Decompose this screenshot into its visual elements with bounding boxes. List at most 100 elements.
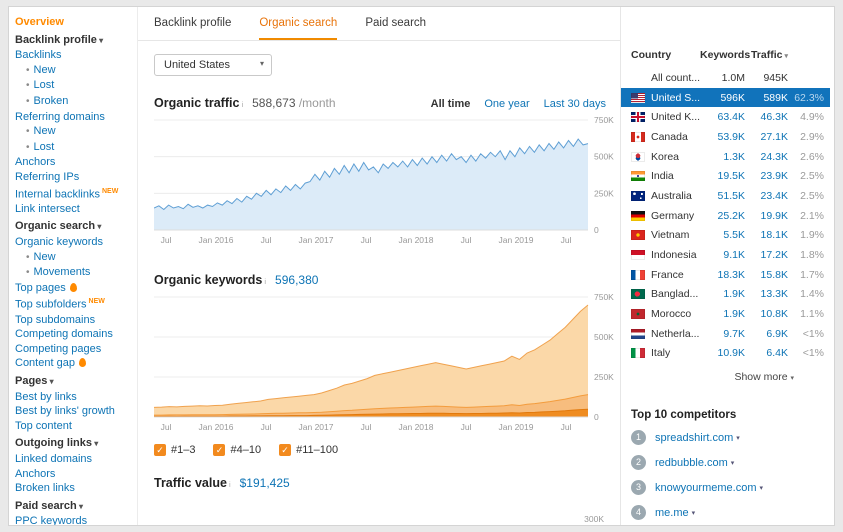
sidebar-item-backlinks[interactable]: Backlinks (15, 48, 133, 63)
sidebar-item-outgoing-links[interactable]: Outgoing links ▾ (15, 436, 133, 452)
sidebar-item-backlink-profile[interactable]: Backlink profile ▾ (15, 33, 133, 49)
sidebar-item-content-gap[interactable]: Content gap (15, 356, 133, 371)
sidebar-item-ppc-keywords[interactable]: PPC keywords (15, 514, 133, 525)
competitor-link[interactable]: me.me (655, 507, 689, 519)
competitor-item-knowyourmeme-com[interactable]: 3knowyourmeme.com▾ (621, 475, 830, 500)
competitor-item-redbubble-com[interactable]: 2redbubble.com▾ (621, 450, 830, 475)
country-row-korea[interactable]: Korea1.3K24.3K2.6% (621, 147, 830, 167)
country-row-france[interactable]: France18.3K15.8K1.7% (621, 265, 830, 285)
country-row-italy[interactable]: Italy10.9K6.4K<1% (621, 344, 830, 364)
sidebar-item-best-by-links[interactable]: Best by links (15, 390, 133, 405)
range-one-year[interactable]: One year (484, 98, 529, 110)
country-keywords[interactable]: 1.3K (700, 151, 745, 163)
country-traffic[interactable]: 589K (745, 92, 788, 104)
country-keywords[interactable]: 9.7K (700, 328, 745, 340)
sidebar-item-paid-search[interactable]: Paid search ▾ (15, 499, 133, 515)
country-keywords[interactable]: 25.2K (700, 210, 745, 222)
sidebar-item-link-intersect[interactable]: Link intersect (15, 202, 133, 217)
sidebar-item-top-content[interactable]: Top content (15, 419, 133, 434)
country-traffic[interactable]: 10.8K (745, 308, 788, 320)
sidebar-item-new[interactable]: •New (15, 63, 133, 79)
tab-paid-search[interactable]: Paid search (365, 17, 426, 40)
competitor-link[interactable]: redbubble.com (655, 457, 728, 469)
position-filter-1-3[interactable]: ✓#1–3 (154, 444, 195, 456)
traffic-value-amount[interactable]: $191,425 (240, 476, 290, 490)
sidebar-item-lost[interactable]: •Lost (15, 140, 133, 156)
tab-backlink-profile[interactable]: Backlink profile (154, 17, 231, 40)
sidebar-item-new[interactable]: •New (15, 250, 133, 266)
country-keywords[interactable]: 1.9K (700, 308, 745, 320)
sidebar-item-competing-pages[interactable]: Competing pages (15, 342, 133, 357)
country-column-header[interactable]: Country (631, 49, 700, 61)
sidebar-item-competing-domains[interactable]: Competing domains (15, 327, 133, 342)
sidebar-item-organic-keywords[interactable]: Organic keywords (15, 235, 133, 250)
country-row-netherla[interactable]: Netherla...9.7K6.9K<1% (621, 324, 830, 344)
country-keywords[interactable]: 63.4K (700, 111, 745, 123)
sidebar-item-internal-backlinks[interactable]: Internal backlinksNEW (15, 185, 133, 202)
country-keywords[interactable]: 1.9K (700, 288, 745, 300)
sidebar-item-anchors[interactable]: Anchors (15, 467, 133, 482)
competitor-item-me-me[interactable]: 4me.me▾ (621, 500, 830, 525)
sidebar-item-referring-domains[interactable]: Referring domains (15, 110, 133, 125)
country-row-united-s[interactable]: United S...596K589K62.3% (621, 88, 830, 108)
country-row-germany[interactable]: Germany25.2K19.9K2.1% (621, 206, 830, 226)
country-traffic[interactable]: 17.2K (745, 249, 788, 261)
country-row-indonesia[interactable]: Indonesia9.1K17.2K1.8% (621, 245, 830, 265)
sidebar-item-linked-domains[interactable]: Linked domains (15, 452, 133, 467)
country-row-banglad[interactable]: Banglad...1.9K13.3K1.4% (621, 285, 830, 305)
competitor-link[interactable]: spreadshirt.com (655, 432, 733, 444)
keywords-column-header[interactable]: Keywords (700, 49, 745, 61)
country-traffic[interactable]: 23.4K (745, 190, 788, 202)
sidebar-item-anchors[interactable]: Anchors (15, 155, 133, 170)
country-traffic[interactable]: 6.9K (745, 328, 788, 340)
country-row-morocco[interactable]: Morocco1.9K10.8K1.1% (621, 304, 830, 324)
show-more-link[interactable]: Show more ▾ (621, 363, 830, 383)
country-traffic[interactable]: 46.3K (745, 111, 788, 123)
country-traffic[interactable]: 15.8K (745, 269, 788, 281)
country-keywords[interactable]: 51.5K (700, 190, 745, 202)
country-traffic[interactable]: 24.3K (745, 151, 788, 163)
sidebar-item-best-by-links-growth[interactable]: Best by links' growth (15, 404, 133, 419)
sidebar-item-lost[interactable]: •Lost (15, 78, 133, 94)
country-keywords[interactable]: 5.5K (700, 229, 745, 241)
country-traffic[interactable]: 6.4K (745, 347, 788, 359)
competitor-link[interactable]: knowyourmeme.com (655, 482, 756, 494)
country-row-united-k[interactable]: United K...63.4K46.3K4.9% (621, 107, 830, 127)
country-keywords[interactable]: 596K (700, 92, 745, 104)
organic-keywords-chart[interactable]: 750K500K250K0JulJan 2016JulJan 2017JulJa… (154, 291, 614, 440)
sidebar-item-top-subfolders[interactable]: Top subfoldersNEW (15, 295, 133, 312)
traffic-column-header[interactable]: Traffic▾ (745, 49, 788, 61)
sidebar-item-movements[interactable]: •Movements (15, 265, 133, 281)
country-traffic[interactable]: 27.1K (745, 131, 788, 143)
country-row-india[interactable]: India19.5K23.9K2.5% (621, 166, 830, 186)
country-traffic[interactable]: 13.3K (745, 288, 788, 300)
range-last-30-days[interactable]: Last 30 days (544, 98, 606, 110)
sidebar-item-top-pages[interactable]: Top pages (15, 281, 133, 296)
country-keywords[interactable]: 9.1K (700, 249, 745, 261)
country-traffic[interactable]: 19.9K (745, 210, 788, 222)
country-selector[interactable]: United States ▾ (154, 54, 272, 76)
sidebar-item-referring-ips[interactable]: Referring IPs (15, 170, 133, 185)
country-row-australia[interactable]: Australia51.5K23.4K2.5% (621, 186, 830, 206)
sidebar-item-broken[interactable]: •Broken (15, 94, 133, 110)
organic-traffic-chart[interactable]: 750K500K250K0JulJan 2016JulJan 2017JulJa… (154, 114, 614, 253)
tab-organic-search[interactable]: Organic search (259, 17, 337, 40)
sidebar-item-top-subdomains[interactable]: Top subdomains (15, 313, 133, 328)
sidebar-item-organic-search[interactable]: Organic search ▾ (15, 219, 133, 235)
country-keywords[interactable]: 18.3K (700, 269, 745, 281)
sidebar-item-pages[interactable]: Pages ▾ (15, 374, 133, 390)
country-row-canada[interactable]: Canada53.9K27.1K2.9% (621, 127, 830, 147)
sidebar-item-overview[interactable]: Overview (15, 15, 133, 30)
sidebar-item-new[interactable]: •New (15, 124, 133, 140)
country-row-all-count[interactable]: All count...1.0M945K (621, 68, 830, 88)
country-keywords[interactable]: 53.9K (700, 131, 745, 143)
organic-keywords-value[interactable]: 596,380 (275, 273, 318, 287)
country-traffic[interactable]: 23.9K (745, 170, 788, 182)
country-row-vietnam[interactable]: Vietnam5.5K18.1K1.9% (621, 226, 830, 246)
range-all-time[interactable]: All time (431, 98, 471, 110)
sidebar-item-broken-links[interactable]: Broken links (15, 481, 133, 496)
country-traffic[interactable]: 18.1K (745, 229, 788, 241)
position-filter-11-100[interactable]: ✓#11–100 (279, 444, 338, 456)
country-keywords[interactable]: 10.9K (700, 347, 745, 359)
country-keywords[interactable]: 19.5K (700, 170, 745, 182)
